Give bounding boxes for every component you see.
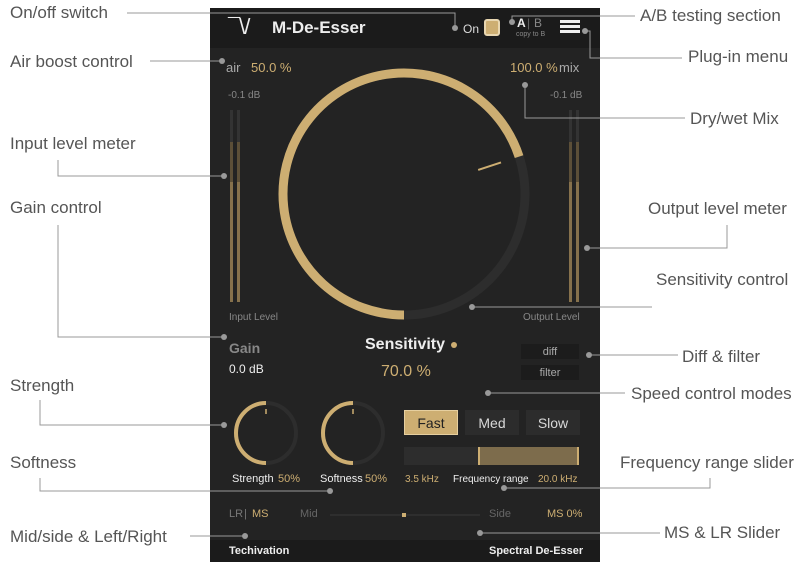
annotation-strength: Strength [10, 376, 75, 395]
annotation-drywet: Dry/wet Mix [690, 109, 779, 128]
sensitivity-knob-pointer [477, 161, 502, 171]
softness-label: Softness [320, 473, 363, 485]
speed-fast-button[interactable]: Fast [404, 410, 458, 435]
annotation-on-off: On/off switch [10, 3, 108, 22]
strength-knob-arc[interactable] [234, 401, 267, 465]
annotation-speed: Speed control modes [631, 384, 792, 403]
softness-value: 50% [365, 473, 388, 485]
annotation-ab: A/B testing section [640, 6, 781, 25]
product-name: Spectral De-Esser [489, 545, 584, 557]
annotation-input-meter: Input level meter [10, 134, 136, 153]
annotation-freq: Frequency range slider [620, 453, 794, 472]
annotation-midside: Mid/side & Left/Right [10, 527, 167, 546]
side-label: Side [489, 508, 512, 520]
freq-label: Frequency range [453, 474, 529, 485]
frequency-range-slider[interactable] [404, 447, 579, 465]
annotation-gain: Gain control [10, 198, 102, 217]
lr-button[interactable]: LR [229, 508, 243, 520]
strength-label: Strength [232, 473, 274, 485]
strength-value: 50% [278, 473, 301, 485]
annotation-diff-filter: Diff & filter [682, 347, 761, 366]
gain-label: Gain [229, 340, 261, 356]
speed-slow-button[interactable]: Slow [526, 410, 580, 435]
annotation-ms-slider: MS & LR Slider [664, 523, 781, 542]
annotation-sensitivity: Sensitivity control [656, 270, 789, 289]
gain-value[interactable]: 0.0 dB [229, 362, 264, 376]
filter-button[interactable]: filter [521, 365, 579, 380]
freq-high-value: 20.0 kHz [538, 474, 578, 485]
softness-knob-arc[interactable] [321, 401, 354, 465]
ms-slider-handle[interactable] [402, 513, 406, 517]
brand-name: Techivation [229, 545, 290, 557]
sensitivity-indicator-dot [451, 342, 457, 348]
sensitivity-label: Sensitivity [365, 336, 446, 353]
mid-label: Mid [300, 508, 318, 520]
lr-ms-separator: | [244, 508, 247, 520]
annotation-menu: Plug-in menu [688, 47, 789, 66]
ms-value: MS 0% [547, 508, 583, 520]
plugin-window: ¯\/ M-De-Esser On A | B copy to B air 50… [210, 8, 600, 562]
sensitivity-value: 70.0 % [381, 363, 431, 380]
frequency-range-fill[interactable] [478, 447, 579, 465]
annotation-air: Air boost control [10, 52, 133, 71]
annotation-output-meter: Output level meter [648, 199, 787, 218]
ms-button[interactable]: MS [252, 508, 269, 520]
annotation-softness: Softness [10, 453, 77, 472]
freq-low-value: 3.5 kHz [405, 474, 439, 485]
sensitivity-knob-arc[interactable] [278, 68, 524, 320]
diff-button[interactable]: diff [521, 344, 579, 359]
speed-med-button[interactable]: Med [465, 410, 519, 435]
